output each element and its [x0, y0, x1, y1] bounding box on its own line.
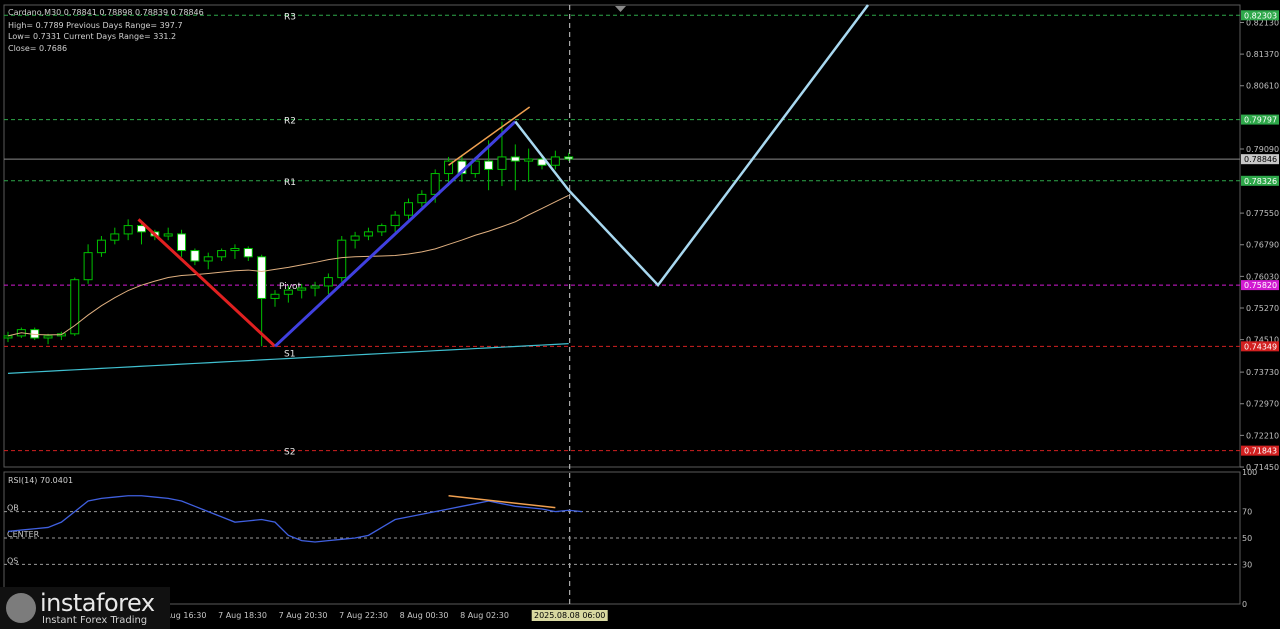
candle-bear[interactable] — [190, 250, 200, 262]
price-axis-label: 0.72970 — [1246, 400, 1279, 409]
rsi-axis-label: 100 — [1242, 468, 1257, 477]
level-price-r2: 0.79797 — [1244, 116, 1277, 125]
level-price-s1: 0.74349 — [1244, 342, 1277, 351]
symbol-ohlc-line: Cardano,M30 0.78841 0.78898 0.78839 0.78… — [8, 8, 204, 17]
candle-bull[interactable] — [310, 285, 320, 289]
price-axis-label: 0.77550 — [1246, 209, 1279, 218]
time-axis-label: 7 Aug 20:30 — [279, 611, 328, 620]
candle-bull[interactable] — [297, 287, 307, 291]
candle-bear[interactable] — [243, 247, 253, 258]
level-label-r2: R2 — [284, 117, 296, 127]
price-axis-label: 0.76790 — [1246, 241, 1279, 250]
bearish-trend-line — [137, 218, 277, 348]
brand-logo: instaforex Instant Forex Trading — [0, 587, 170, 629]
rsi-axis-label: 50 — [1242, 534, 1252, 543]
level-price-r1: 0.78326 — [1244, 177, 1277, 186]
candle-bull[interactable] — [524, 158, 534, 162]
candle-bear[interactable] — [484, 160, 494, 170]
price-axis-label: 0.79090 — [1246, 145, 1279, 154]
rsi-axis-label: 0 — [1242, 600, 1247, 609]
candle-bull[interactable] — [163, 233, 173, 237]
level-price-r3: 0.82303 — [1244, 11, 1277, 20]
trading-chart[interactable]: 0.82130 0.81370 0.80610 0.79090 0.77550 0.767… — [0, 0, 1280, 629]
candle-bear[interactable] — [257, 256, 267, 299]
candle-bull[interactable] — [550, 156, 560, 166]
candle-bull[interactable] — [123, 225, 133, 235]
level-price-pivot: 0.75820 — [1244, 281, 1277, 290]
rsi-line — [7, 495, 583, 543]
level-label-r1: R1 — [284, 178, 296, 188]
time-axis-label: 7 Aug 22:30 — [339, 611, 388, 620]
candle-bull[interactable] — [3, 335, 13, 339]
brand-tagline: Instant Forex Trading — [42, 615, 148, 626]
current-price-value: 0.78846 — [1244, 155, 1277, 164]
chart-shift-marker-icon[interactable] — [615, 6, 626, 12]
projection-path — [514, 4, 870, 288]
candle-bull[interactable] — [390, 214, 400, 227]
candle-bull[interactable] — [110, 233, 120, 241]
candle-bear[interactable] — [510, 156, 520, 162]
brand-name: instaforex — [40, 589, 155, 617]
instaforex-logo-icon — [6, 593, 36, 623]
price-axis-label: 0.81370 — [1246, 50, 1279, 59]
low-range-line: Low= 0.7331 Current Days Range= 331.2 — [8, 32, 177, 41]
rsi-axis-label: 70 — [1242, 508, 1252, 517]
candle-bull[interactable] — [43, 335, 53, 339]
level-label-r3: R3 — [284, 12, 296, 22]
candle-bull[interactable] — [377, 225, 387, 233]
level-label-s2: S2 — [284, 448, 295, 458]
time-axis-label: 8 Aug 02:30 — [460, 611, 509, 620]
candle-bull[interactable] — [83, 252, 93, 281]
candle-bull[interactable] — [337, 239, 347, 279]
candle-bull[interactable] — [230, 247, 240, 252]
candle-bear[interactable] — [564, 156, 574, 160]
candle-bull[interactable] — [497, 156, 507, 170]
candle-bull[interactable] — [270, 293, 280, 299]
rsi-title: RSI(14) 70.0401 — [8, 476, 73, 485]
candle-bull[interactable] — [350, 235, 360, 241]
candle-bull[interactable] — [283, 289, 293, 295]
moving-average-slow — [7, 343, 569, 374]
time-axis-label: 7 Aug 18:30 — [218, 611, 267, 620]
candle-bull[interactable] — [217, 250, 227, 258]
price-axis-label: 0.75270 — [1246, 304, 1279, 313]
price-axis-label: 0.73730 — [1246, 368, 1279, 377]
level-price-s2: 0.71843 — [1244, 447, 1277, 456]
chart-canvas[interactable]: 0.821300.813700.806100.790900.775500.767… — [0, 0, 1280, 629]
price-axis-label: 0.72210 — [1246, 431, 1279, 440]
close-line: Close= 0.7686 — [8, 44, 68, 53]
candle-bull[interactable] — [363, 231, 373, 237]
crosshair-time-label: 2025.08.08 06:00 — [534, 611, 605, 620]
candle-bull[interactable] — [404, 202, 413, 216]
rsi-label-os: OS — [7, 556, 18, 565]
candle-bull[interactable] — [417, 193, 427, 204]
candle-bull[interactable] — [430, 173, 440, 195]
rsi-axis-label: 30 — [1242, 560, 1252, 569]
candle-bear[interactable] — [177, 233, 187, 252]
price-panel-frame — [3, 4, 1241, 468]
rsi-label-ob: OB — [7, 504, 19, 513]
price-axis-label: 0.80610 — [1246, 82, 1279, 91]
candle-bull[interactable] — [203, 256, 213, 262]
time-axis-label: 8 Aug 00:30 — [400, 611, 449, 620]
high-range-line: High= 0.7789 Previous Days Range= 397.7 — [8, 21, 183, 30]
candle-bull[interactable] — [96, 239, 106, 254]
candle-bull[interactable] — [323, 277, 333, 287]
price-axis-label: 0.76030 — [1246, 272, 1279, 281]
